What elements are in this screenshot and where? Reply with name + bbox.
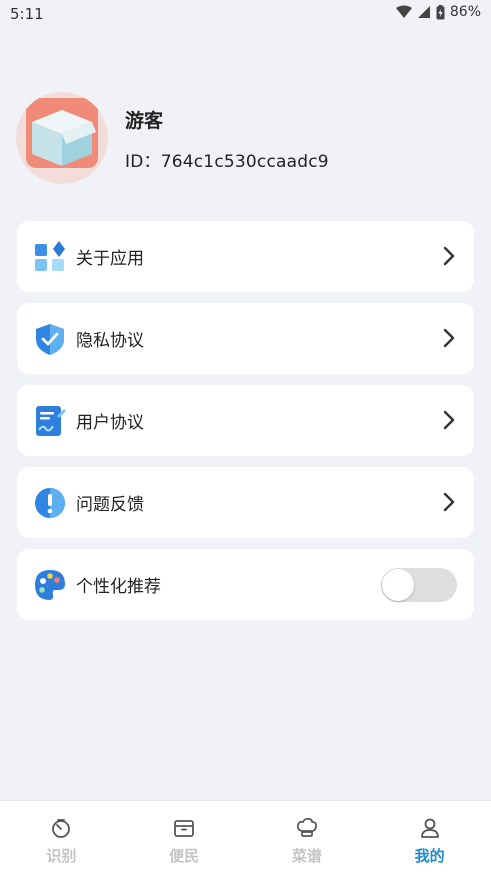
- bottom-nav: 识别 便民 菜谱 我的: [0, 800, 491, 874]
- chevron-right-icon: [442, 245, 456, 267]
- timer-icon: [50, 817, 72, 839]
- palette-icon: [33, 568, 67, 602]
- nav-label: 我的: [414, 847, 445, 865]
- chevron-right-icon: [442, 327, 456, 349]
- wifi-icon: [395, 5, 412, 19]
- nav-label: 识别: [46, 847, 77, 865]
- battery-icon: [436, 4, 445, 20]
- shield-check-icon: [33, 322, 67, 356]
- nav-tab-mine[interactable]: 我的: [368, 801, 491, 874]
- person-icon: [419, 817, 441, 839]
- signal-icon: [417, 5, 431, 19]
- user-id: ID：764c1c530ccaadc9: [125, 152, 329, 172]
- username: 游客: [125, 110, 164, 132]
- status-icons: 86%: [395, 4, 481, 20]
- status-bar: 5:11 86%: [0, 0, 491, 28]
- avatar[interactable]: [16, 92, 108, 184]
- menu-item-about[interactable]: 关于应用: [17, 221, 474, 292]
- menu-item-label: 关于应用: [76, 249, 144, 269]
- document-sign-icon: [33, 404, 67, 438]
- nav-label: 菜谱: [291, 847, 322, 865]
- menu-item-label: 用户协议: [76, 413, 144, 433]
- nav-tab-recipes[interactable]: 菜谱: [246, 801, 369, 874]
- menu-item-label: 问题反馈: [76, 495, 144, 515]
- menu-item-label: 隐私协议: [76, 331, 144, 351]
- battery-percent: 86%: [449, 4, 481, 20]
- nav-tab-convenience[interactable]: 便民: [123, 801, 246, 874]
- menu-item-personalization: 个性化推荐: [17, 549, 474, 620]
- menu-item-feedback[interactable]: 问题反馈: [17, 467, 474, 538]
- grid-apps-icon: [33, 240, 67, 274]
- chevron-right-icon: [442, 409, 456, 431]
- avatar-box-icon: [16, 92, 108, 184]
- profile-header: 游客 ID：764c1c530ccaadc9: [16, 92, 476, 187]
- status-time: 5:11: [10, 5, 44, 23]
- nav-tab-recognize[interactable]: 识别: [0, 801, 123, 874]
- chef-hat-icon: [296, 817, 318, 839]
- nav-label: 便民: [169, 847, 200, 865]
- menu-item-user-agreement[interactable]: 用户协议: [17, 385, 474, 456]
- personalization-toggle[interactable]: [381, 568, 457, 602]
- box-icon: [173, 817, 195, 839]
- exclamation-icon: [33, 486, 67, 520]
- chevron-right-icon: [442, 491, 456, 513]
- menu-item-privacy[interactable]: 隐私协议: [17, 303, 474, 374]
- personalization-label: 个性化推荐: [76, 577, 161, 597]
- toggle-knob: [382, 569, 414, 601]
